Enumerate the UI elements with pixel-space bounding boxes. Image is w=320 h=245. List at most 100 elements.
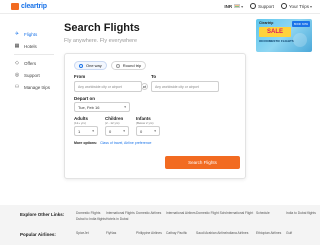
popular-title: Popular Airlines:	[20, 232, 56, 237]
page-subtitle: Fly anywhere. Fly everywhere	[64, 38, 138, 44]
explore-links: Domestic Flights International Flights D…	[76, 210, 316, 222]
sidebar-item-label: Manage trips	[24, 84, 51, 90]
radio-selected-icon	[79, 63, 83, 68]
footer-link[interactable]: Domestic Airlines	[136, 210, 166, 216]
explore-links-row: Explore Other Links: Domestic Flights In…	[0, 210, 320, 221]
sidebar-item-label: Offers	[24, 60, 37, 66]
chevron-down-icon: ▾	[154, 129, 156, 133]
page-title: Search Flights	[64, 22, 140, 34]
sidebar-item-offers[interactable]: ◇ Offers	[14, 57, 54, 69]
infants-select[interactable]: 0 ▾	[136, 126, 160, 136]
support-icon: ◎	[14, 72, 20, 78]
sidebar-item-label: Flights	[24, 31, 38, 37]
depart-date-value: Tue, Feb 16	[78, 104, 100, 110]
sidebar-item-label: Hotels	[24, 43, 37, 49]
trips-icon: ⚇	[14, 84, 20, 90]
plane-graphic-icon	[293, 33, 307, 47]
chevron-down-icon: ▾	[123, 129, 125, 133]
more-options-link[interactable]: Class of travel, Airline preference	[100, 141, 151, 145]
banner-sale-text: SALE	[259, 27, 291, 37]
footer-link[interactable]: International Flight	[226, 210, 256, 216]
sidebar-item-manage-trips[interactable]: ⚇ Manage trips	[14, 81, 54, 93]
popular-links: SpiceJet FlyNas Philippine Airlines Cath…	[76, 230, 316, 236]
footer-link[interactable]: Schedule	[256, 210, 286, 216]
sidebar-nav: ✈ Flights ▦ Hotels ◇ Offers ◎ Support ⚇ …	[14, 28, 54, 93]
your-trips-label: Your Trips	[288, 3, 309, 9]
adults-select[interactable]: 1 ▾	[74, 126, 98, 136]
children-sublabel: (2 - 12 yrs)	[105, 121, 120, 125]
one-way-radio[interactable]: One way	[74, 61, 107, 70]
adults-value: 1	[78, 128, 81, 134]
round-trip-label: Round trip	[122, 63, 142, 68]
one-way-label: One way	[86, 63, 102, 68]
footer-link[interactable]: Dubai to India flights	[76, 216, 106, 222]
children-select[interactable]: 0 ▾	[105, 126, 129, 136]
from-placeholder: Any worldwide city or airport	[78, 84, 122, 89]
infants-sublabel: (Below 2 yrs)	[136, 121, 154, 125]
from-label: From	[74, 74, 86, 79]
calendar-icon: ▾	[124, 105, 126, 109]
footer-link[interactable]: Indiana Airlines	[226, 230, 256, 236]
top-header: cleartrip INR ▾ Support Your Trips ▾	[0, 0, 320, 14]
support-icon	[250, 3, 257, 9]
offers-icon: ◇	[15, 60, 19, 66]
explore-title: Explore Other Links:	[20, 212, 65, 217]
support-link[interactable]: Support	[250, 3, 274, 9]
chevron-down-icon: ▾	[92, 129, 94, 133]
footer-link[interactable]: Hotels in Dubai	[106, 216, 136, 222]
india-flag-icon	[234, 4, 241, 8]
adults-sublabel: (12+ yrs)	[74, 121, 86, 125]
footer-link[interactable]: India to Dubai flights	[286, 210, 316, 216]
banner-offer-button[interactable]: BOOK NOW	[292, 21, 310, 27]
sidebar-divider	[14, 54, 54, 55]
your-trips-link[interactable]: Your Trips ▾	[280, 3, 312, 9]
footer-link[interactable]: Domestic Flight Schedule	[196, 210, 226, 216]
depart-label: Depart on	[74, 96, 96, 101]
to-placeholder: Any worldwide city or airport	[155, 84, 199, 89]
chevron-down-icon: ▾	[309, 3, 312, 9]
cleartrip-logo[interactable]: cleartrip	[11, 3, 47, 10]
sidebar-item-label: Support	[24, 72, 40, 78]
to-label: To	[151, 74, 157, 79]
footer-link[interactable]: SpiceJet	[76, 230, 106, 236]
from-input[interactable]: Any worldwide city or airport	[74, 81, 142, 92]
promo-banner[interactable]: Cleartrip BOOK NOW SALE ON DOMESTIC FLIG…	[256, 19, 312, 52]
currency-label: INR	[224, 3, 233, 9]
footer-link[interactable]: Saudi Arabian Airlines	[196, 230, 226, 236]
hotel-icon: ▦	[14, 43, 20, 49]
trip-type-group: One way Round trip	[74, 61, 150, 70]
logo-icon	[11, 3, 19, 10]
footer-link[interactable]: Gulf	[286, 230, 316, 236]
swap-icon: ⇄	[142, 84, 147, 89]
footer-link[interactable]: Cathay Pacific	[166, 230, 196, 236]
more-options-label: More options:	[74, 141, 98, 145]
children-value: 0	[109, 128, 112, 134]
infants-value: 0	[140, 128, 143, 134]
user-icon	[280, 3, 287, 9]
support-label: Support	[258, 3, 274, 9]
swap-cities-button[interactable]: ⇄	[141, 83, 148, 90]
logo-text: cleartrip	[21, 3, 47, 10]
footer: Explore Other Links: Domestic Flights In…	[0, 205, 320, 245]
search-flights-button[interactable]: Search Flights	[165, 156, 240, 169]
popular-airlines-row: Popular Airlines: SpiceJet FlyNas Philip…	[0, 230, 320, 241]
more-options-row: More options: Class of travel, Airline p…	[74, 141, 151, 145]
sidebar-item-flights[interactable]: ✈ Flights	[14, 28, 54, 40]
flight-search-card: One way Round trip From To Any worldwide…	[64, 53, 246, 179]
radio-unselected-icon	[115, 63, 120, 68]
footer-link[interactable]: Ethiopian Airlines	[256, 230, 286, 236]
to-input[interactable]: Any worldwide city or airport	[151, 81, 219, 92]
round-trip-radio[interactable]: Round trip	[110, 61, 147, 70]
banner-subtext: ON DOMESTIC FLIGHTS	[259, 39, 294, 43]
currency-selector[interactable]: INR ▾	[224, 4, 243, 9]
footer-link[interactable]: International Airlines	[166, 210, 196, 216]
footer-link[interactable]: Philippine Airlines	[136, 230, 166, 236]
chevron-down-icon: ▾	[241, 3, 244, 9]
sidebar-item-hotels[interactable]: ▦ Hotels	[14, 40, 54, 52]
depart-date-field[interactable]: Tue, Feb 16 ▾	[74, 102, 130, 112]
header-actions: INR ▾ Support Your Trips ▾	[217, 3, 312, 9]
sidebar-item-support[interactable]: ◎ Support	[14, 69, 54, 81]
banner-brand: Cleartrip	[259, 21, 274, 25]
footer-link[interactable]: FlyNas	[106, 230, 136, 236]
flight-icon: ✈	[14, 31, 20, 37]
